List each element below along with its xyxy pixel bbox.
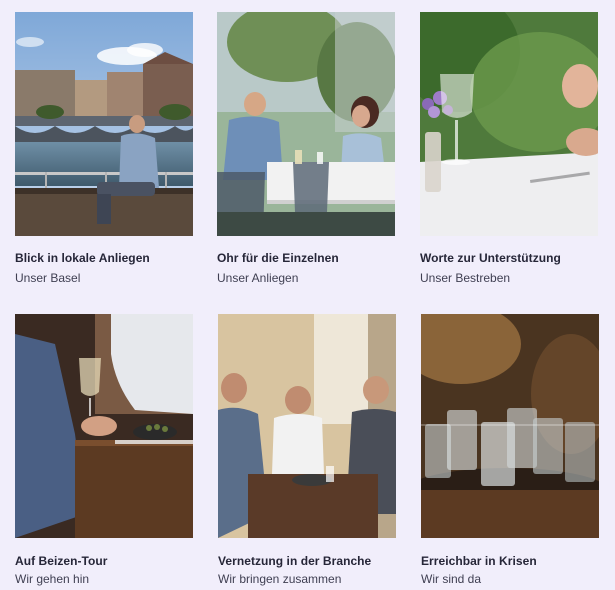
- card-worte-zur-unterstuetzung[interactable]: Worte zur Unterstützung Unser Bestreben: [420, 12, 600, 285]
- card-subtitle: Unser Anliegen: [217, 271, 299, 285]
- card-title[interactable]: Vernetzung in der Branche: [218, 554, 371, 568]
- card-title[interactable]: Blick in lokale Anliegen: [15, 251, 150, 265]
- card-subtitle: Wir bringen zusammen: [218, 572, 342, 586]
- card-image-glasses-tray[interactable]: [421, 314, 599, 538]
- card-ohr-fuer-die-einzelnen[interactable]: Ohr für die Einzelnen Unser Anliegen: [217, 12, 397, 285]
- card-image-three-men-table[interactable]: [218, 314, 396, 538]
- card-title[interactable]: Worte zur Unterstützung: [420, 251, 561, 265]
- card-vernetzung-in-der-branche[interactable]: Vernetzung in der Branche Wir bringen zu…: [218, 314, 398, 586]
- card-title[interactable]: Auf Beizen-Tour: [15, 554, 108, 568]
- card-title[interactable]: Ohr für die Einzelnen: [217, 251, 339, 265]
- card-erreichbar-in-krisen[interactable]: Erreichbar in Krisen Wir sind da: [421, 314, 601, 586]
- card-title[interactable]: Erreichbar in Krisen: [421, 554, 537, 568]
- card-subtitle: Unser Basel: [15, 271, 81, 285]
- card-image-bar-wine[interactable]: [15, 314, 193, 538]
- card-image-wine-glass-table[interactable]: [420, 12, 598, 236]
- card-subtitle: Unser Bestreben: [420, 271, 511, 285]
- card-blick-in-lokale-anliegen[interactable]: Blick in lokale Anliegen Unser Basel: [15, 12, 195, 285]
- card-grid: Blick in lokale Anliegen Unser Basel Ohr…: [0, 0, 615, 590]
- card-subtitle: Wir gehen hin: [15, 572, 90, 586]
- card-image-cafe-conversation[interactable]: [217, 12, 395, 236]
- card-image-basel-riverside[interactable]: [15, 12, 193, 236]
- card-auf-beizen-tour[interactable]: Auf Beizen-Tour Wir gehen hin: [15, 314, 195, 586]
- card-subtitle: Wir sind da: [421, 572, 482, 586]
